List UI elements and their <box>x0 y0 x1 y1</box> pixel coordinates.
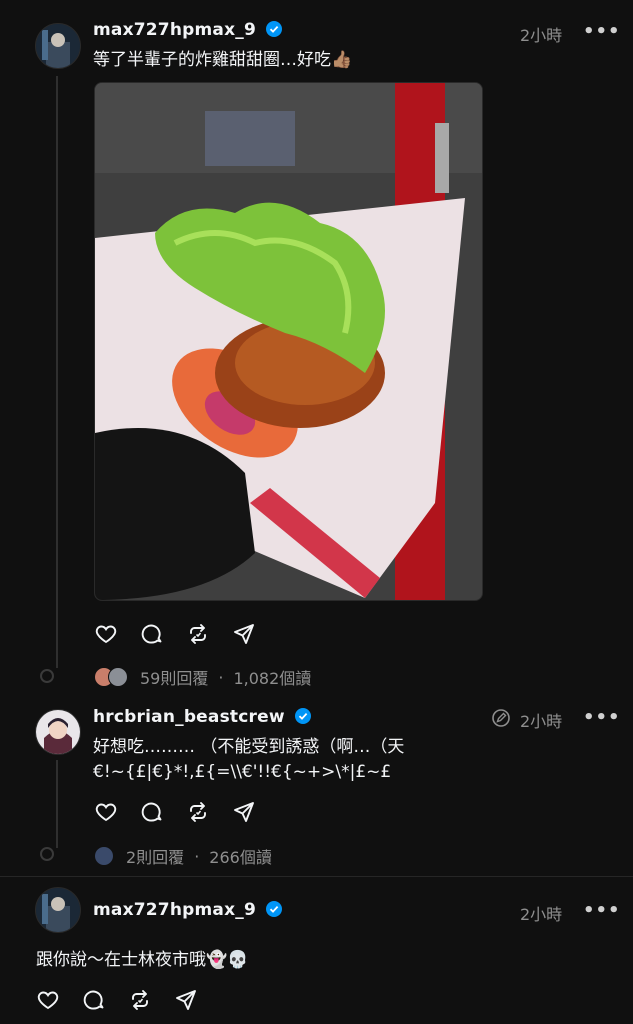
repost-icon[interactable] <box>186 800 210 824</box>
like-heart-icon[interactable] <box>36 988 60 1012</box>
verified-badge-icon <box>294 708 311 724</box>
timestamp: 2小時 <box>520 905 563 924</box>
reply-actions <box>94 800 256 824</box>
username-row: hrcbrian_beastcrew <box>93 707 311 727</box>
username[interactable]: max727hpmax_9 <box>93 900 256 920</box>
post-image[interactable] <box>94 82 483 601</box>
share-send-icon[interactable] <box>174 988 198 1012</box>
reply-avatars <box>94 667 134 687</box>
thread-curl-icon <box>40 847 54 861</box>
like-heart-icon[interactable] <box>94 622 118 646</box>
thread-line <box>56 760 58 848</box>
reply-meta: 2則回覆 · 266個讀 <box>94 844 272 868</box>
username[interactable]: hrcbrian_beastcrew <box>93 707 285 727</box>
post-text: 等了半輩子的炸雞甜甜圈…好吃👍🏽 <box>93 50 353 70</box>
edited-icon <box>492 709 510 727</box>
more-options-icon[interactable]: ••• <box>583 21 621 42</box>
share-send-icon[interactable] <box>232 622 256 646</box>
replies-count[interactable]: 59則回覆 <box>140 665 208 689</box>
comment-bubble-icon[interactable] <box>140 800 164 824</box>
comment-bubble-icon[interactable] <box>140 622 164 646</box>
divider <box>0 876 633 877</box>
mini-avatar <box>94 846 114 866</box>
timestamp: 2小時 <box>520 712 563 731</box>
repost-icon[interactable] <box>186 622 210 646</box>
avatar[interactable] <box>35 23 81 69</box>
thread-curl-icon <box>40 669 54 683</box>
verified-badge-icon <box>266 21 283 37</box>
more-options-icon[interactable]: ••• <box>583 707 621 728</box>
post-meta: 59則回覆 · 1,082個讀 <box>94 665 311 689</box>
username[interactable]: max727hpmax_9 <box>93 20 256 40</box>
verified-badge-icon <box>266 901 283 917</box>
repost-icon[interactable] <box>128 988 152 1012</box>
avatar[interactable] <box>35 887 81 933</box>
reply-text-line-1: 好想吃……… （不能受到誘惑（啊…（天 <box>93 737 405 757</box>
comment-bubble-icon[interactable] <box>82 988 106 1012</box>
reply-text-line-2: €!~{£|€}*!,£{=\\€'!!€{~+>\*|£~£ <box>93 762 392 782</box>
thread-line <box>56 76 58 668</box>
post-text: 跟你說～在士林夜市哦👻💀 <box>36 950 249 970</box>
post-actions <box>94 622 256 646</box>
post-actions <box>36 988 198 1012</box>
username-row: max727hpmax_9 <box>93 20 283 40</box>
like-heart-icon[interactable] <box>94 800 118 824</box>
avatar[interactable] <box>35 709 81 755</box>
timestamp: 2小時 <box>520 26 563 45</box>
username-row: max727hpmax_9 <box>93 900 283 920</box>
mini-avatar <box>108 667 128 687</box>
replies-count[interactable]: 2則回覆 <box>126 844 184 868</box>
separator: · <box>194 846 200 866</box>
views-count: 266個讀 <box>209 848 272 867</box>
separator: · <box>218 667 224 687</box>
more-options-icon[interactable]: ••• <box>583 900 621 921</box>
views-count: 1,082個讀 <box>233 669 312 688</box>
share-send-icon[interactable] <box>232 800 256 824</box>
